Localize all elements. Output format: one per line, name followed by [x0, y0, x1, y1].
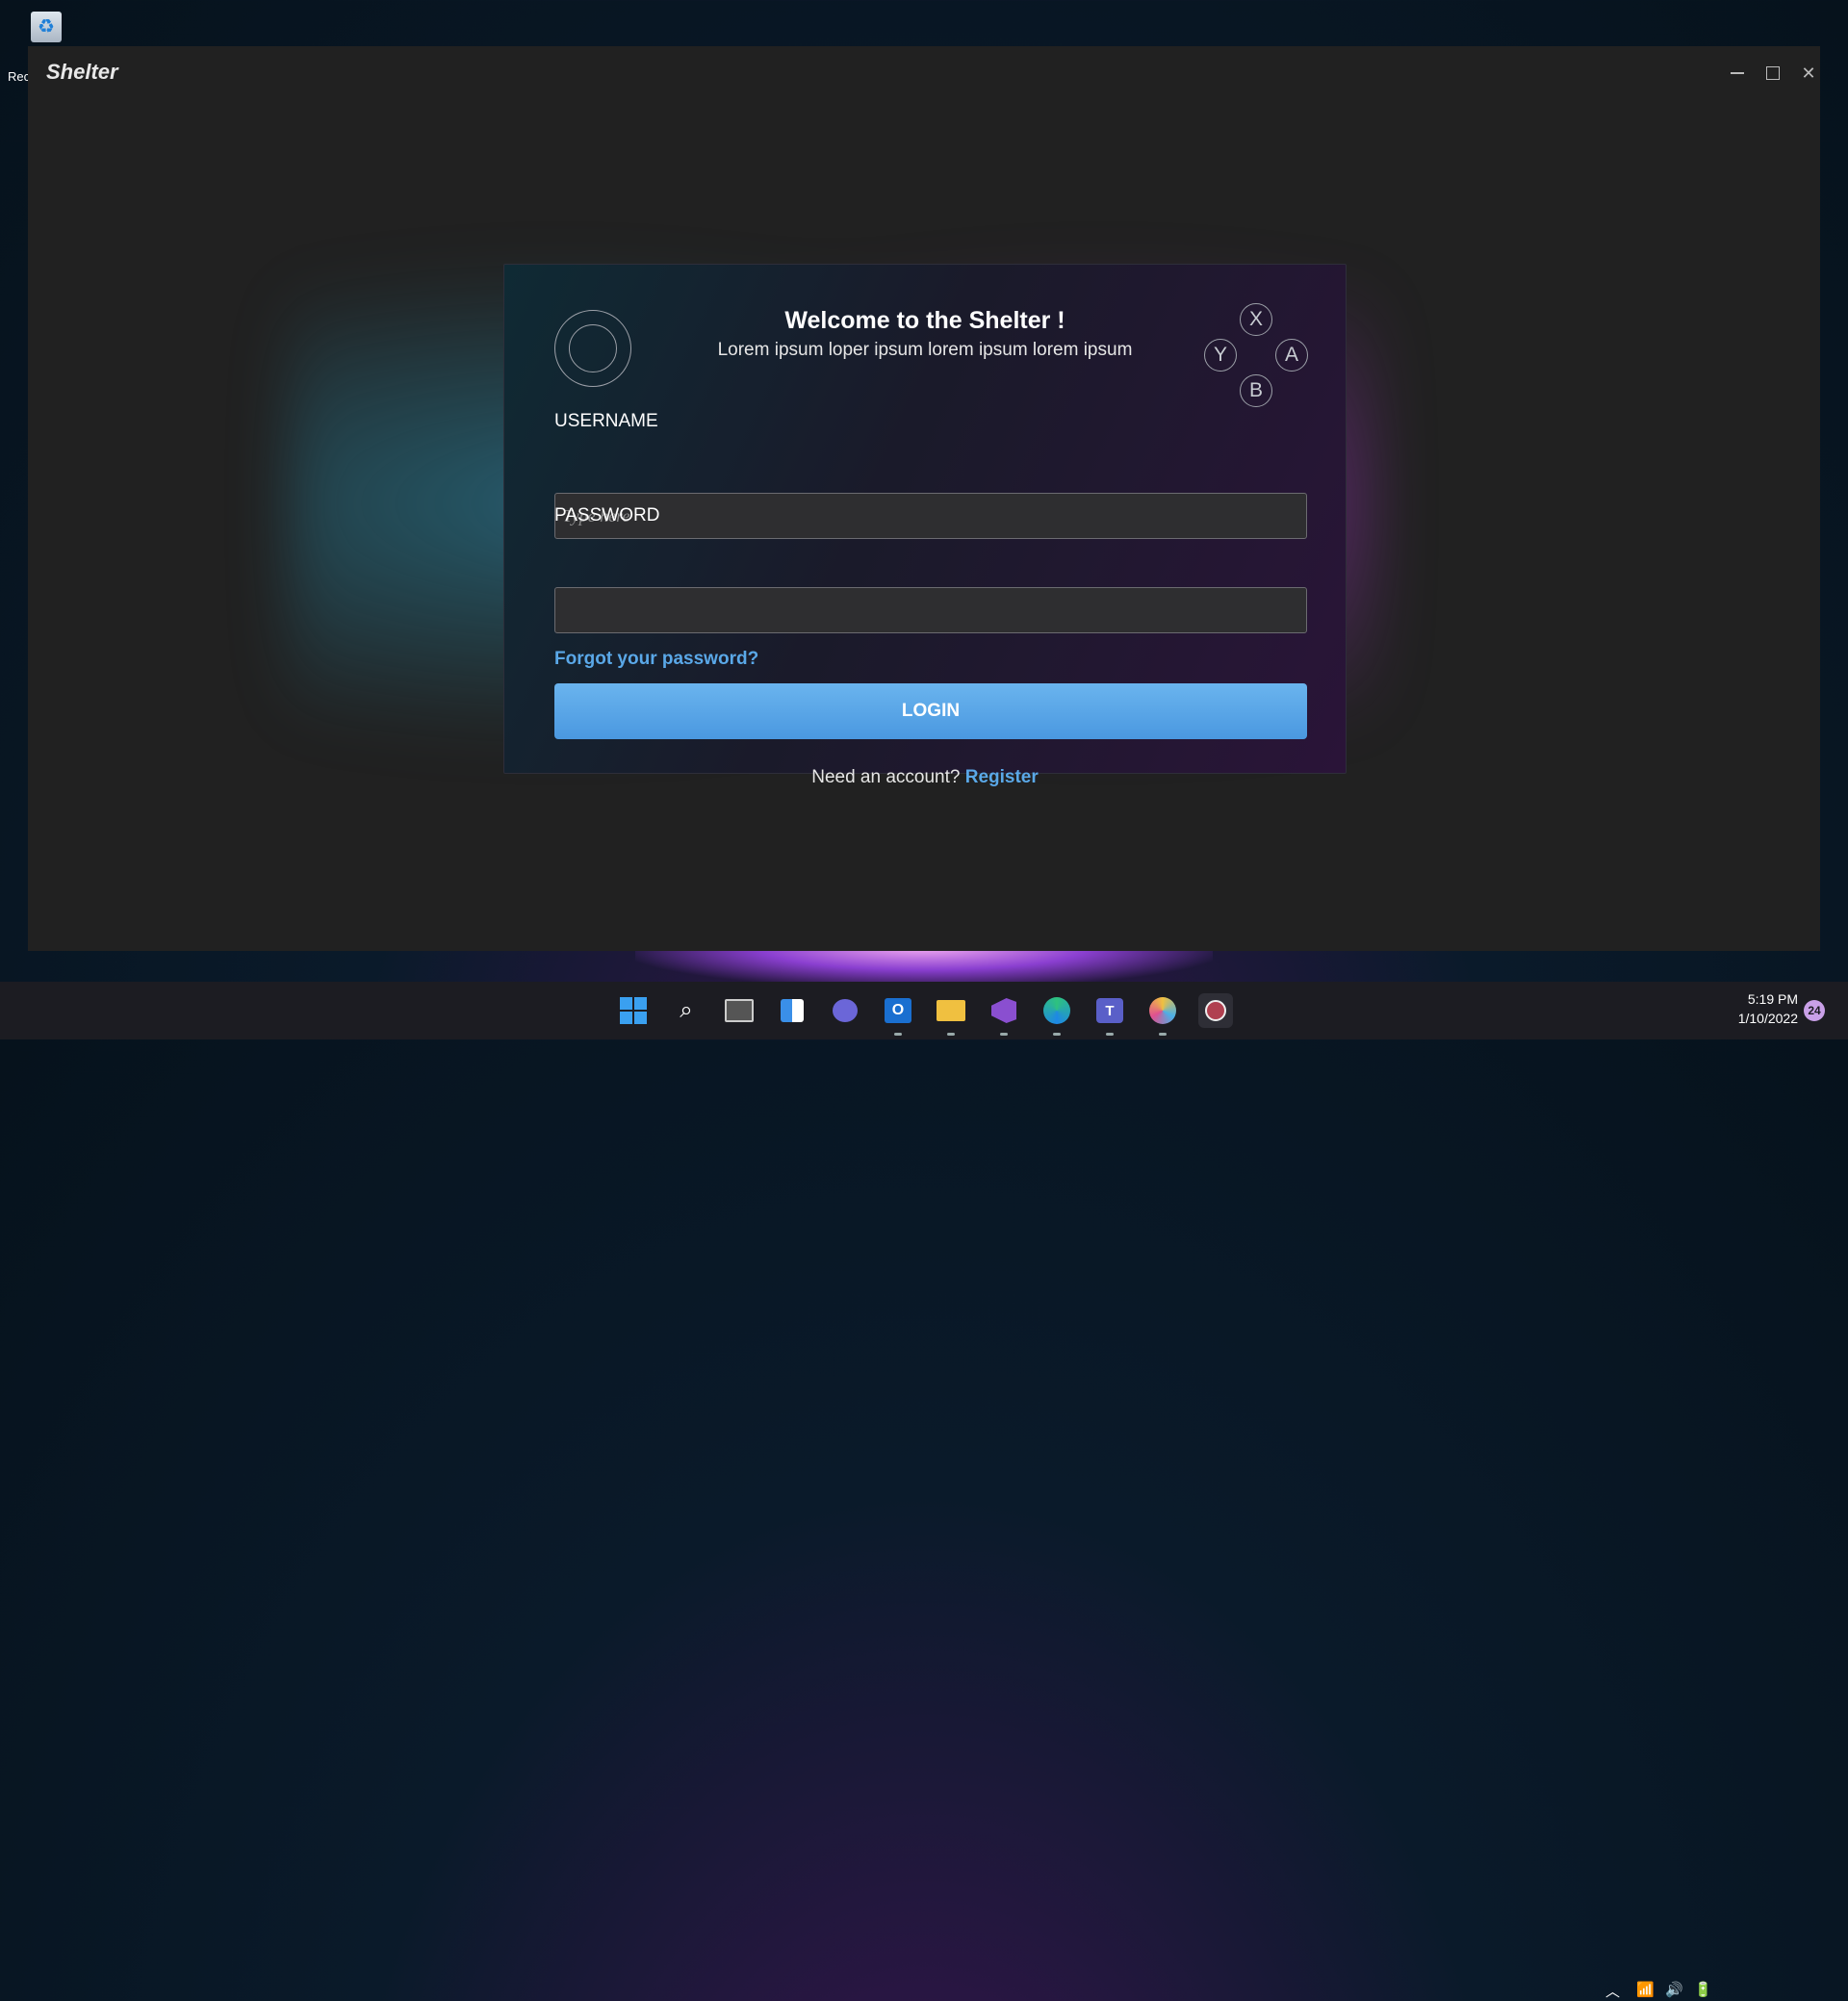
taskbar: ⌕ O T ︿ 📶 🔊 🔋: [0, 982, 1848, 2000]
need-account-text: Need an account?: [811, 767, 961, 787]
close-icon: ✕: [1801, 63, 1816, 83]
notification-badge[interactable]: 24: [1804, 1000, 1825, 1021]
show-hidden-icons-icon[interactable]: ︿: [1605, 1981, 1620, 2001]
title-bar[interactable]: Shelter ✕: [28, 46, 1820, 100]
maximize-button[interactable]: [1756, 60, 1790, 87]
teams-icon[interactable]: T: [1092, 993, 1127, 1036]
widgets-icon[interactable]: [775, 993, 809, 1028]
edge-icon[interactable]: [1040, 993, 1074, 1036]
visual-studio-icon[interactable]: [987, 993, 1021, 1036]
clock-time: 5:19 PM: [1747, 991, 1798, 1007]
close-button[interactable]: ✕: [1791, 60, 1820, 87]
clock-date: 1/10/2022: [1737, 1011, 1798, 1026]
y-button-icon: Y: [1204, 339, 1237, 372]
windows-logo-icon: [620, 997, 647, 1024]
chat-icon[interactable]: [828, 993, 862, 1028]
search-icon[interactable]: ⌕: [669, 993, 704, 1028]
recycle-bin-icon: [25, 6, 67, 44]
volume-icon[interactable]: 🔊: [1665, 1981, 1683, 1998]
outlook-icon[interactable]: O: [881, 993, 915, 1036]
app-title: Shelter: [46, 60, 118, 84]
minimize-button[interactable]: [1720, 60, 1755, 87]
a-button-icon: A: [1275, 339, 1308, 372]
login-card: Welcome to the Shelter ! Lorem ipsum lop…: [503, 264, 1347, 787]
wallpaper-bloom: [635, 948, 1213, 987]
shelter-app-icon[interactable]: [1198, 993, 1233, 1028]
maximize-icon: [1766, 66, 1780, 80]
minimize-icon: [1731, 72, 1744, 74]
login-button[interactable]: LOGIN: [554, 683, 1307, 739]
wifi-icon[interactable]: 📶: [1636, 1981, 1655, 1998]
password-label: PASSWORD: [554, 505, 660, 526]
forgot-password-link[interactable]: Forgot your password?: [554, 649, 758, 670]
x-button-icon: X: [1240, 303, 1272, 336]
app-window: Shelter ✕ Welcome to the Shelter ! Lorem…: [28, 46, 1820, 951]
username-label: USERNAME: [554, 411, 658, 431]
battery-icon[interactable]: 🔋: [1694, 1981, 1712, 1998]
system-clock[interactable]: 5:19 PM 1/10/2022: [1721, 989, 1798, 1028]
register-link[interactable]: Register: [965, 767, 1039, 787]
password-input[interactable]: [554, 587, 1307, 633]
maps-icon[interactable]: [1145, 993, 1180, 1036]
recycle-bin-label: Rec: [8, 69, 31, 84]
task-view-icon[interactable]: [722, 993, 757, 1028]
welcome-title: Welcome to the Shelter !: [784, 307, 1065, 334]
register-row: Need an account? Register: [504, 767, 1346, 788]
file-explorer-icon[interactable]: [934, 993, 968, 1036]
b-button-icon: B: [1240, 374, 1272, 407]
recycle-bin-desktop-icon[interactable]: Rec: [8, 6, 75, 84]
start-button[interactable]: [616, 993, 651, 1028]
username-input[interactable]: [554, 493, 1307, 539]
